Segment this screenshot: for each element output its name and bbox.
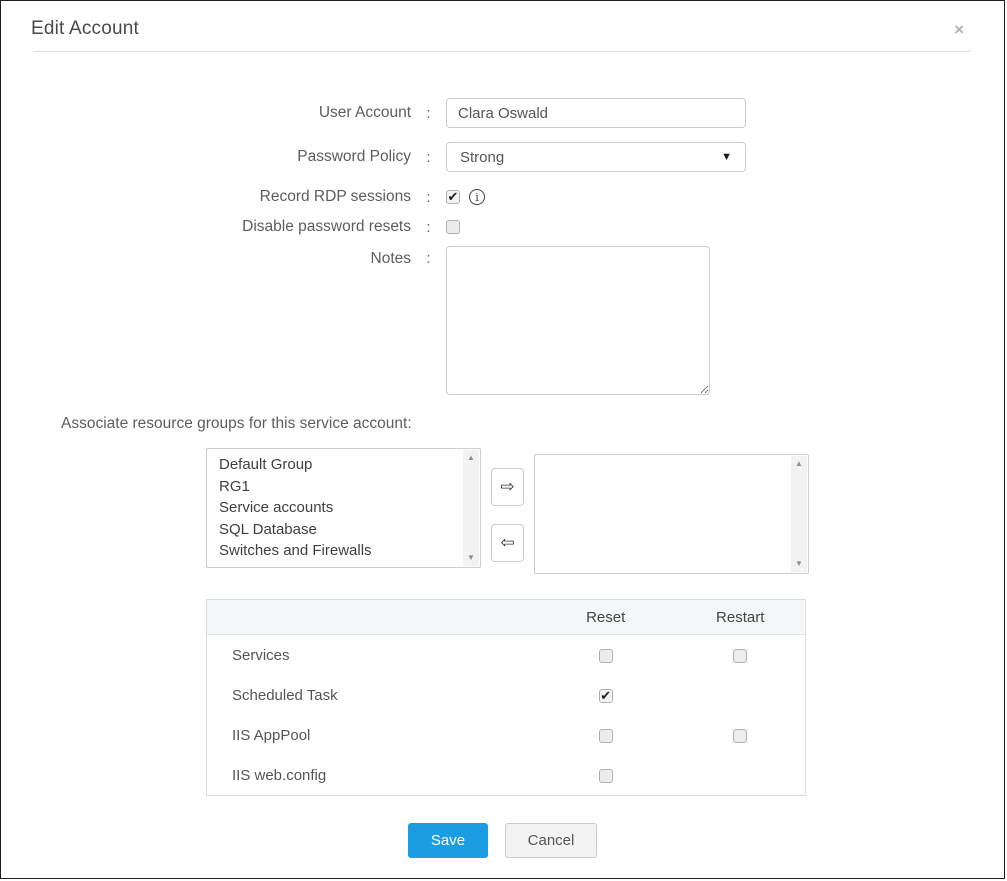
resource-groups-dual-list: Default Group RG1 Service accounts SQL D… <box>206 448 1004 574</box>
row-label: Scheduled Task <box>207 687 536 704</box>
restart-checkbox[interactable] <box>733 649 747 663</box>
dropdown-caret-icon: ▼ <box>721 151 732 163</box>
restart-checkbox[interactable] <box>733 729 747 743</box>
move-buttons: ⇨ ⇦ <box>491 448 524 562</box>
selected-groups-listbox[interactable]: ▲ ▼ <box>534 454 809 574</box>
reset-checkbox[interactable] <box>599 729 613 743</box>
colon: : <box>411 189 446 206</box>
list-item[interactable]: SQL Database <box>207 519 480 541</box>
list-item[interactable]: Switches and Firewalls <box>207 540 480 562</box>
scroll-down-icon[interactable]: ▼ <box>795 560 803 568</box>
reset-checkbox[interactable] <box>599 649 613 663</box>
list-item[interactable]: Default Group <box>207 454 480 476</box>
password-policy-label: Password Policy <box>1 148 411 166</box>
reset-checkbox[interactable]: ✔ <box>599 689 613 703</box>
user-account-label: User Account <box>1 104 411 122</box>
scroll-up-icon[interactable]: ▲ <box>795 460 803 468</box>
available-groups-listbox[interactable]: Default Group RG1 Service accounts SQL D… <box>206 448 481 568</box>
selected-groups-items <box>535 455 808 460</box>
actions-table-header: Reset Restart <box>207 600 805 635</box>
info-icon[interactable]: i <box>469 189 485 205</box>
scrollbar[interactable]: ▲ ▼ <box>791 456 807 572</box>
notes-textarea[interactable] <box>446 246 710 395</box>
scroll-up-icon[interactable]: ▲ <box>467 454 475 462</box>
user-account-input[interactable] <box>446 98 746 128</box>
notes-label: Notes <box>1 246 411 268</box>
row-label: IIS web.config <box>207 767 536 784</box>
colon: : <box>411 149 446 166</box>
actions-table: Reset Restart Services Scheduled Task ✔ … <box>206 599 806 796</box>
save-button[interactable]: Save <box>408 823 488 858</box>
scrollbar[interactable]: ▲ ▼ <box>463 450 479 566</box>
dialog-header: Edit Account × <box>1 1 1004 51</box>
header-cell-reset: Reset <box>536 609 676 626</box>
move-left-button[interactable]: ⇦ <box>491 524 524 562</box>
colon: : <box>411 219 446 236</box>
row-label: IIS AppPool <box>207 727 536 744</box>
list-item[interactable]: Service accounts <box>207 497 480 519</box>
cancel-button[interactable]: Cancel <box>505 823 597 858</box>
colon: : <box>411 105 446 122</box>
notes-row: Notes : <box>1 246 1004 395</box>
password-policy-row: Password Policy : Strong ▼ <box>1 142 1004 172</box>
table-row: IIS web.config <box>207 755 805 795</box>
table-row: IIS AppPool <box>207 715 805 755</box>
disable-resets-checkbox[interactable] <box>446 220 460 234</box>
record-rdp-label: Record RDP sessions <box>1 188 411 206</box>
list-item[interactable]: RG1 <box>207 476 480 498</box>
password-policy-select[interactable]: Strong ▼ <box>446 142 746 172</box>
row-label: Services <box>207 647 536 664</box>
reset-checkbox[interactable] <box>599 769 613 783</box>
table-row: Scheduled Task ✔ <box>207 675 805 715</box>
header-cell-restart: Restart <box>675 609 805 626</box>
edit-account-dialog: Edit Account × User Account : Password P… <box>0 0 1005 879</box>
dialog-footer: Save Cancel <box>1 823 1004 858</box>
table-row: Services <box>207 635 805 675</box>
close-icon[interactable]: × <box>954 21 964 38</box>
password-policy-value: Strong <box>460 149 504 166</box>
available-groups-items: Default Group RG1 Service accounts SQL D… <box>207 449 480 562</box>
record-rdp-checkbox[interactable]: ✔ <box>446 190 460 204</box>
header-divider <box>34 51 971 52</box>
account-form: User Account : Password Policy : Strong … <box>1 98 1004 395</box>
resource-groups-label: Associate resource groups for this servi… <box>61 415 1004 433</box>
colon: : <box>411 246 446 267</box>
record-rdp-row: Record RDP sessions : ✔ i <box>1 188 1004 206</box>
disable-resets-label: Disable password resets <box>1 218 411 236</box>
move-right-button[interactable]: ⇨ <box>491 468 524 506</box>
user-account-row: User Account : <box>1 98 1004 128</box>
scroll-down-icon[interactable]: ▼ <box>467 554 475 562</box>
disable-resets-row: Disable password resets : <box>1 218 1004 236</box>
dialog-title: Edit Account <box>31 18 139 40</box>
